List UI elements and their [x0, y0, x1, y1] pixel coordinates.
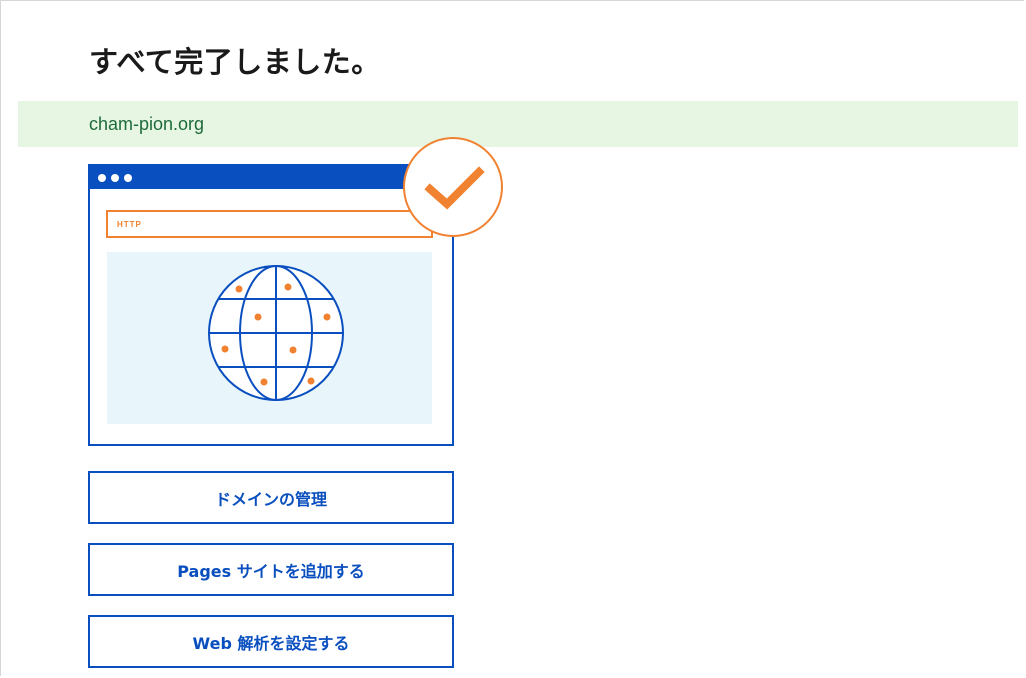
page-frame: すべて完了しました。 cham-pion.org HTTP ドメインの管理 Pa…: [0, 0, 1024, 676]
success-illustration: HTTP: [87, 135, 507, 449]
check-badge-icon: [403, 137, 503, 237]
manage-domain-button[interactable]: ドメインの管理: [88, 471, 454, 524]
add-pages-site-label: Pages サイトを追加する: [177, 561, 365, 581]
globe-icon: [208, 265, 344, 401]
browser-window-icon: HTTP: [88, 137, 503, 446]
setup-web-analytics-label: Web 解析を設定する: [192, 633, 350, 653]
add-pages-site-button[interactable]: Pages サイトを追加する: [88, 543, 454, 596]
manage-domain-label: ドメインの管理: [214, 489, 327, 509]
page-title: すべて完了しました。: [89, 45, 381, 79]
domain-name: cham-pion.org: [89, 114, 205, 134]
setup-web-analytics-button[interactable]: Web 解析を設定する: [88, 615, 454, 668]
address-bar-label: HTTP: [117, 220, 142, 229]
